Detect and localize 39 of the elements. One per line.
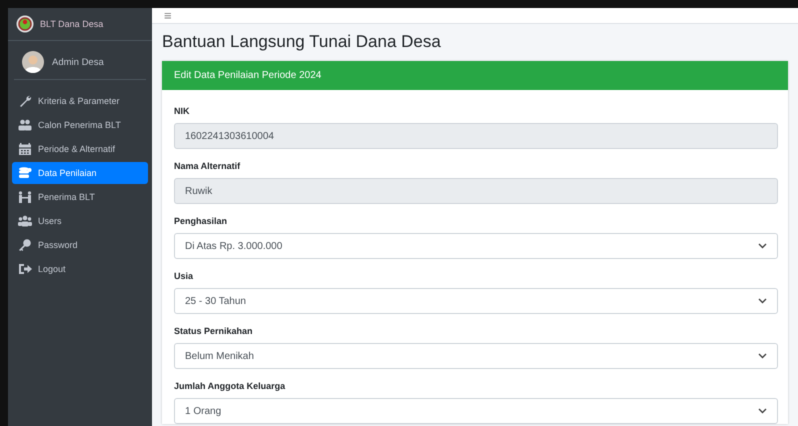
- calendar-icon: [18, 143, 32, 155]
- group-icon: [18, 215, 32, 227]
- users-icon: [18, 119, 32, 131]
- sidebar-item[interactable]: Periode & Alternatif: [12, 138, 148, 160]
- sidebar-item[interactable]: Penerima BLT: [12, 186, 148, 208]
- field-label: Penghasilan: [174, 216, 228, 226]
- readonly-field[interactable]: Ruwik: [174, 178, 778, 204]
- card-header: Edit Data Penilaian Periode 2024: [162, 61, 788, 90]
- chevron-down-icon: [758, 298, 767, 304]
- sidebar-item[interactable]: Calon Penerima BLT: [12, 114, 148, 136]
- select-field[interactable]: 1 Orang: [174, 398, 778, 424]
- logo-icon: [16, 15, 34, 33]
- sidebar-item[interactable]: Logout: [12, 258, 148, 280]
- select-field[interactable]: 25 - 30 Tahun: [174, 288, 778, 314]
- key-icon: [18, 239, 32, 251]
- select-field[interactable]: Di Atas Rp. 3.000.000: [174, 233, 778, 259]
- readonly-field[interactable]: 1602241303610004: [174, 123, 778, 149]
- chevron-down-icon: [758, 353, 767, 359]
- menu-toggle-button[interactable]: ≡: [160, 8, 176, 23]
- sidebar-item[interactable]: Kriteria & Parameter: [12, 90, 148, 112]
- field-label: Nama Alternatif: [174, 161, 242, 171]
- chevron-down-icon: [758, 243, 767, 249]
- user-name[interactable]: Admin Desa: [52, 56, 104, 68]
- sidebar-item[interactable]: Users: [12, 210, 148, 232]
- chevron-down-icon: [758, 408, 767, 414]
- database-icon: [18, 167, 32, 179]
- field-label: Status Pernikahan: [174, 326, 254, 336]
- select-field[interactable]: Belum Menikah: [174, 343, 778, 369]
- field-label: Usia: [174, 271, 194, 281]
- page-title: Bantuan Langsung Tunai Dana Desa: [162, 32, 442, 52]
- avatar-icon: [22, 51, 44, 73]
- sidebar-item[interactable]: Password: [12, 234, 148, 256]
- people-icon: [18, 191, 32, 203]
- sidebar-item[interactable]: Data Penilaian: [12, 162, 148, 184]
- wrench-icon: [18, 95, 32, 107]
- logout-icon: [18, 263, 32, 275]
- brand-title[interactable]: BLT Dana Desa: [40, 19, 104, 29]
- field-label: Jumlah Anggota Keluarga: [174, 381, 286, 391]
- field-label: NIK: [174, 106, 190, 116]
